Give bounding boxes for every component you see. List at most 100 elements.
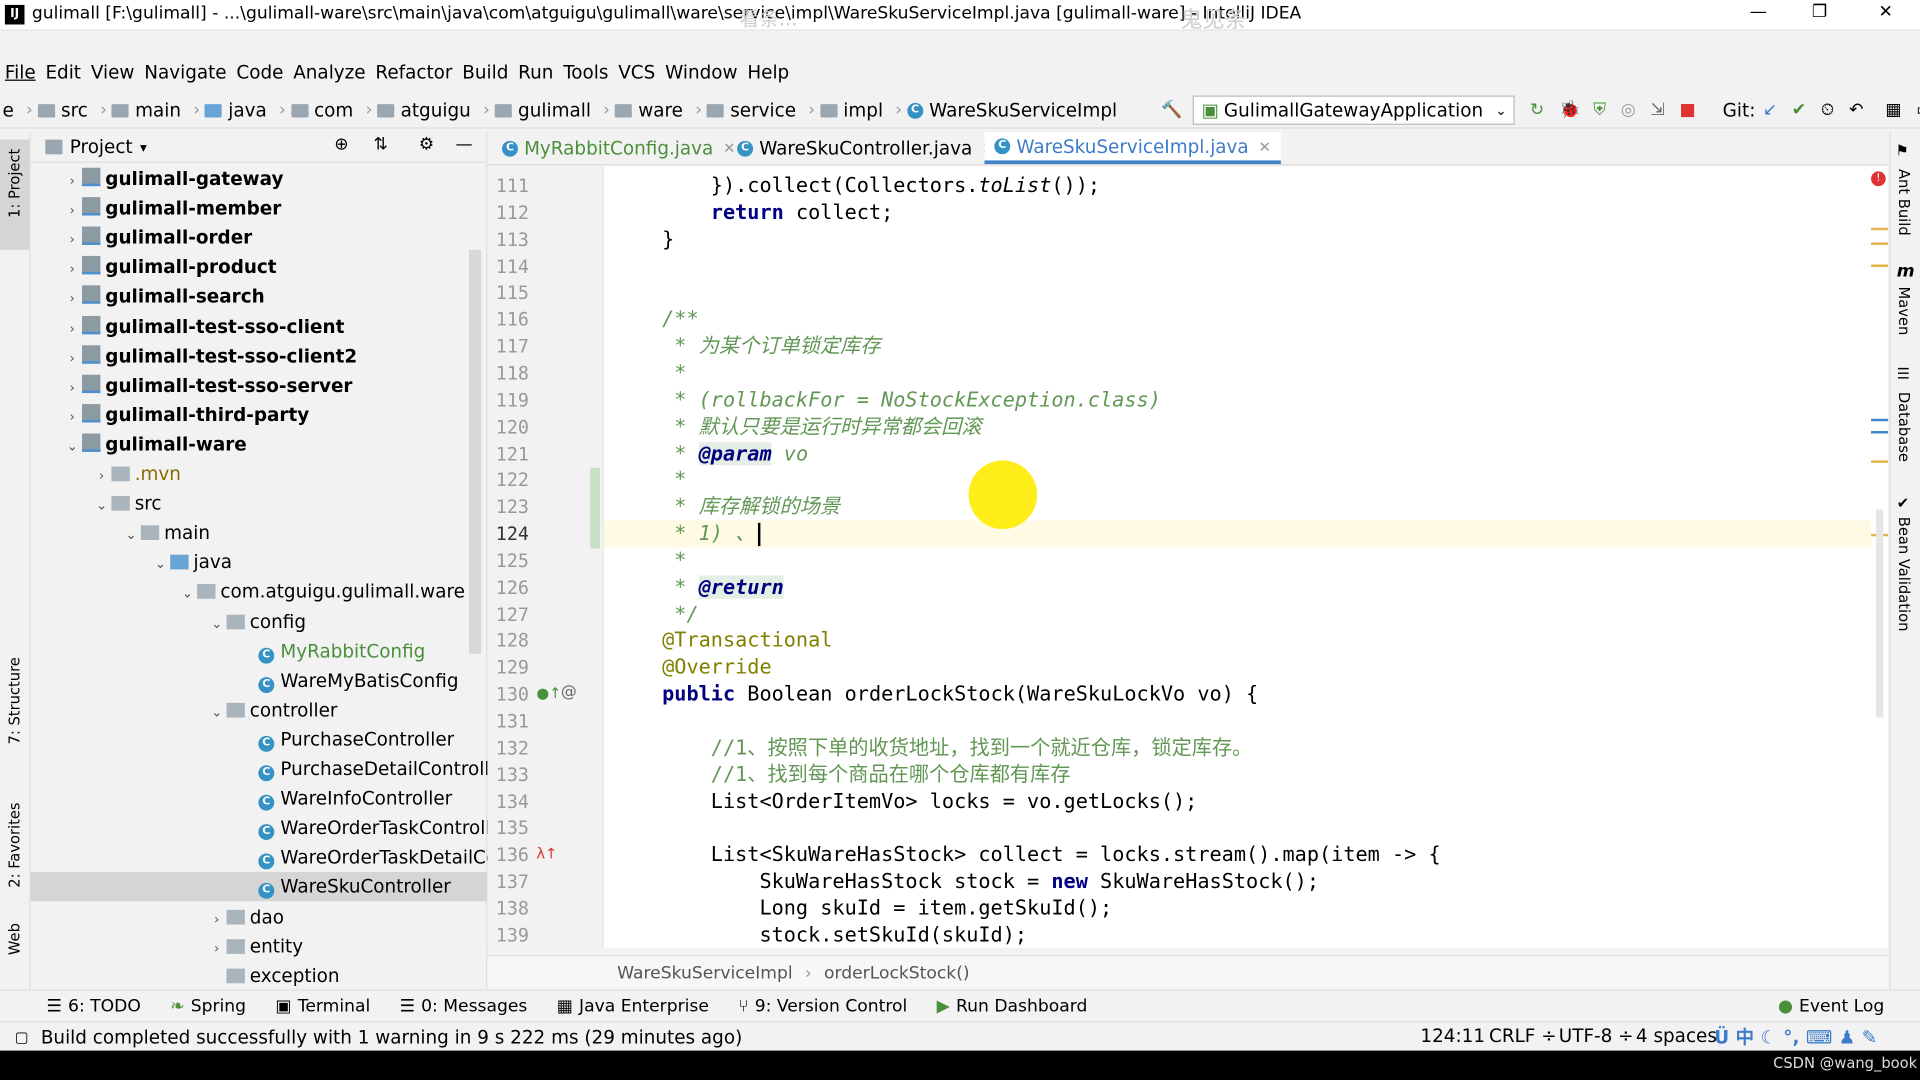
menu-code[interactable]: Code (236, 61, 283, 83)
event-log-tool-button[interactable]: ● Event Log (1778, 997, 1884, 1017)
status-message[interactable]: Build completed successfully with 1 warn… (41, 1026, 742, 1048)
chevron-right-icon[interactable]: › (207, 934, 227, 963)
project-structure-icon[interactable]: ▦ (1885, 100, 1901, 120)
code-editor[interactable]: }).collect(Collectors.toList()); return … (603, 166, 1872, 948)
tree-item[interactable]: › gulimall-gateway (31, 164, 501, 193)
terminal-tool-button[interactable]: ▣ Terminal (275, 997, 370, 1017)
rerun-icon[interactable]: ↻ (1530, 100, 1544, 120)
git-revert-icon[interactable]: ↶ (1849, 100, 1863, 120)
nav-crumb-com[interactable]: com (290, 99, 353, 121)
chevron-down-icon[interactable]: ⌄ (151, 550, 171, 579)
database-tool-button[interactable]: Database (1896, 392, 1913, 462)
chevron-right-icon[interactable]: › (62, 373, 82, 402)
tree-item[interactable]: ⌄ src (31, 489, 531, 518)
lambda-marker-icon[interactable]: λ↑ (536, 845, 557, 862)
error-stripe[interactable]: ! (1871, 166, 1889, 948)
gear-icon[interactable]: ⚙ (419, 135, 434, 155)
menu-edit[interactable]: Edit (45, 61, 81, 83)
chevron-right-icon[interactable]: › (62, 344, 82, 373)
chevron-right-icon[interactable]: › (62, 167, 82, 196)
tree-item[interactable]: › gulimall-test-sso-client2 (31, 341, 501, 370)
tree-item[interactable]: › gulimall-search (31, 282, 501, 311)
run-coverage-icon[interactable]: ⛨ (1593, 100, 1606, 120)
hide-icon[interactable]: — (456, 135, 473, 155)
nav-crumb-src[interactable]: src (37, 99, 88, 121)
web-tool-button[interactable]: Web (0, 916, 29, 977)
ant-build-tool-button[interactable]: Ant Build (1896, 169, 1913, 236)
file-encoding[interactable]: UTF-8 ÷ (1559, 1025, 1634, 1047)
stop-icon[interactable]: ■ (1680, 100, 1696, 120)
tab-myrabbitconfig[interactable]: C MyRabbitConfig.java ✕ (492, 132, 745, 164)
git-commit-icon[interactable]: ✔ (1792, 100, 1806, 120)
git-update-icon[interactable]: ↙ (1763, 100, 1777, 120)
chevron-right-icon[interactable]: › (62, 255, 82, 284)
tree-item[interactable]: › gulimall-test-sso-client (31, 312, 501, 341)
tree-item[interactable]: › .mvn (31, 459, 531, 488)
nav-crumb-main[interactable]: main (111, 99, 181, 121)
line-separator[interactable]: CRLF ÷ (1489, 1025, 1557, 1047)
tool-windows-toggle-icon[interactable]: ▢ (15, 1029, 29, 1046)
override-marker-icon[interactable]: ●↑ (536, 684, 561, 701)
git-history-icon[interactable]: ⏲ (1821, 100, 1834, 120)
caret-position[interactable]: 124:11 (1420, 1025, 1485, 1047)
tree-item[interactable]: ⌄ gulimall-ware (31, 430, 501, 459)
project-view-select[interactable]: Project (70, 136, 133, 158)
chevron-down-icon[interactable]: ▾ (140, 139, 147, 155)
nav-crumb-java[interactable]: java (205, 99, 267, 121)
debug-icon[interactable]: 🐞 (1559, 100, 1580, 120)
menu-build[interactable]: Build (462, 61, 508, 83)
bean-validation-tool-button[interactable]: Bean Validation (1896, 517, 1913, 632)
menu-run[interactable]: Run (518, 61, 553, 83)
tree-item[interactable]: › gulimall-order (31, 223, 501, 252)
project-scrollbar[interactable] (468, 249, 482, 654)
menu-help[interactable]: Help (747, 61, 789, 83)
menu-file[interactable]: File (5, 61, 36, 83)
chevron-right-icon[interactable]: › (62, 403, 82, 432)
tab-wareskucontroller[interactable]: C WareSkuController.java✕ (727, 132, 1004, 164)
chevron-down-icon[interactable]: ⌄ (121, 521, 141, 550)
locate-icon[interactable]: ⊕ (334, 135, 348, 155)
breadcrumb-class[interactable]: WareSkuServiceImpl (617, 964, 792, 984)
spring-tool-button[interactable]: ❧ Spring (170, 997, 246, 1017)
tree-item[interactable]: › gulimall-test-sso-server (31, 371, 501, 400)
restore-icon[interactable]: ❐ (1807, 2, 1831, 22)
editor-vertical-scrollbar[interactable] (1875, 509, 1884, 718)
chevron-right-icon[interactable]: › (62, 196, 82, 225)
close-tab-icon[interactable]: ✕ (1258, 130, 1270, 162)
menu-view[interactable]: View (91, 61, 135, 83)
run-dashboard-tool-button[interactable]: ▶ Run Dashboard (937, 997, 1088, 1017)
chevron-down-icon[interactable]: ⌄ (178, 580, 198, 609)
menu-window[interactable]: Window (665, 61, 737, 83)
tree-item[interactable]: › gulimall-third-party (31, 400, 501, 429)
attach-icon[interactable]: ⇲ (1650, 100, 1664, 120)
chevron-down-icon[interactable]: ⌄ (62, 432, 82, 461)
indent-setting[interactable]: 4 spaces (1636, 1025, 1717, 1047)
chevron-right-icon[interactable]: › (207, 904, 227, 933)
close-icon[interactable]: ✕ (1873, 2, 1897, 22)
menu-analyze[interactable]: Analyze (293, 61, 365, 83)
structure-tool-button[interactable]: 7: Structure (0, 634, 29, 756)
chevron-right-icon[interactable]: › (62, 226, 82, 255)
chevron-right-icon[interactable]: › (62, 285, 82, 314)
chevron-down-icon[interactable]: ⌄ (92, 491, 112, 520)
chevron-right-icon[interactable]: › (62, 314, 82, 343)
tree-item[interactable]: › gulimall-product (31, 253, 501, 282)
build-hammer-icon[interactable]: 🔨 (1161, 100, 1182, 120)
menu-navigate[interactable]: Navigate (144, 61, 226, 83)
profile-icon[interactable]: ◎ (1621, 100, 1636, 120)
breadcrumb-method[interactable]: orderLockStock() (824, 964, 970, 984)
chevron-down-icon[interactable]: ⌄ (207, 609, 227, 638)
nav-crumb-ware[interactable]: ware (614, 99, 683, 121)
chevron-down-icon[interactable]: ⌄ (207, 698, 227, 727)
nav-crumb-atguigu[interactable]: atguigu (377, 99, 471, 121)
favorites-tool-button[interactable]: 2: Favorites (0, 775, 29, 897)
maven-tool-button[interactable]: Maven (1896, 287, 1913, 336)
presentation-icon[interactable]: ▭ (1916, 100, 1920, 120)
project-tool-button[interactable]: 1: Project (0, 139, 30, 250)
collapse-all-icon[interactable]: ⇅ (373, 135, 387, 155)
menu-vcs[interactable]: VCS (618, 61, 655, 83)
messages-tool-button[interactable]: ☰ 0: Messages (400, 997, 528, 1017)
ime-bar[interactable]: Ü 中 ☾ °, ⌨ ♟ ✎ (1714, 1024, 1877, 1050)
run-config-select[interactable]: ▣ GulimallGatewayApplication ⌄ (1193, 95, 1516, 125)
tab-wareskuserviceimpl[interactable]: C WareSkuServiceImpl.java ✕ (984, 130, 1281, 165)
